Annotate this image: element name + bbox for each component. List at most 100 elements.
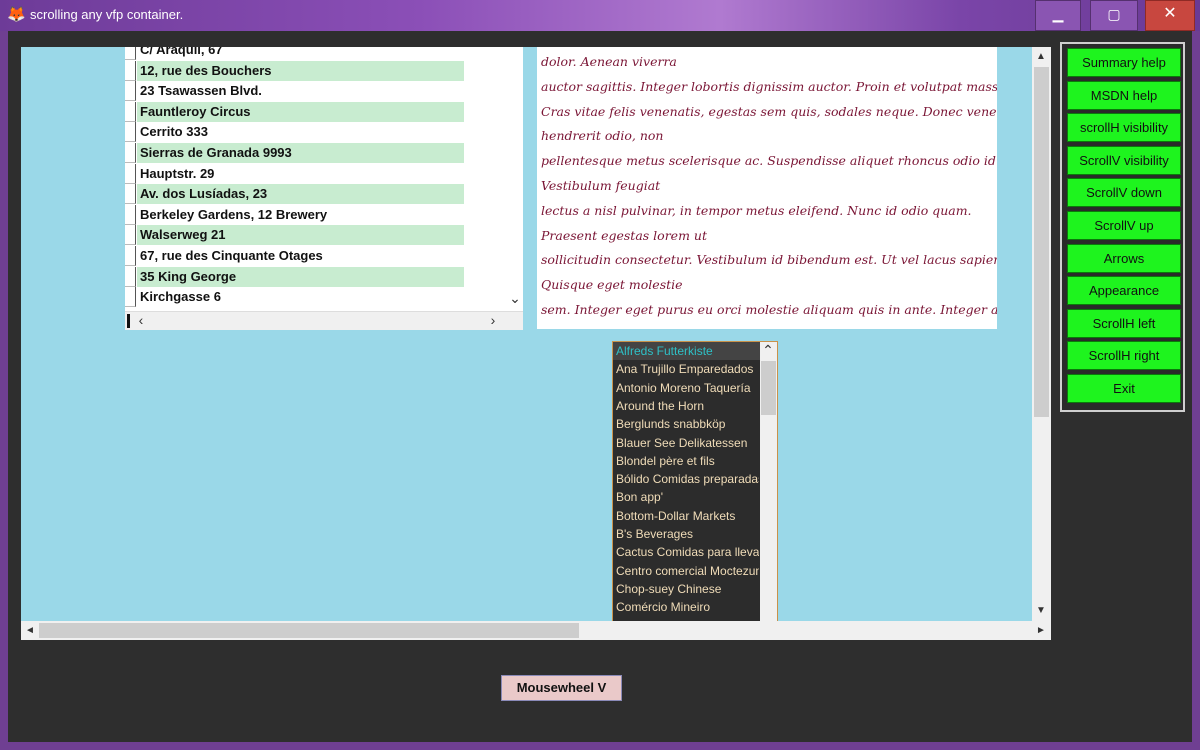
vertical-scroll-thumb[interactable] xyxy=(1034,67,1049,417)
list-item[interactable]: Centro comercial Moctezuma xyxy=(616,562,759,580)
chevron-left-icon[interactable]: ‹ xyxy=(133,312,149,329)
editbox-line: hendrerit odio, non xyxy=(541,128,664,144)
list-item[interactable]: Bon app' xyxy=(616,488,759,506)
list-item[interactable]: Blauer See Delikatessen xyxy=(616,434,759,452)
minimize-button[interactable]: ▁ xyxy=(1035,0,1081,31)
editbox-line: pellentesque metus scelerisque ac. Suspe… xyxy=(541,153,997,169)
grid-row[interactable]: Kirchgasse 6 xyxy=(125,287,507,308)
row-selector[interactable] xyxy=(125,287,136,308)
address-cell[interactable]: Cerrito 333 xyxy=(137,122,464,142)
scrollv-visibility-button[interactable]: ScrollV visibility xyxy=(1067,145,1181,175)
grid-row[interactable]: 35 King George xyxy=(125,266,507,287)
title-bar[interactable]: 🦊 scrolling any vfp container. ▁ ▢ ✕ xyxy=(0,0,1200,31)
address-cell[interactable]: 35 King George xyxy=(137,266,464,287)
scrollh-left-button[interactable]: ScrollH left xyxy=(1067,308,1181,338)
grid-row[interactable]: 67, rue des Cinquante Otages xyxy=(125,246,507,266)
address-cell[interactable]: Berkeley Gardens, 12 Brewery xyxy=(137,205,464,225)
editbox-line: auctor sagittis. Integer lobortis dignis… xyxy=(541,78,997,94)
list-item[interactable]: Ana Trujillo Emparedados xyxy=(616,360,759,378)
row-selector[interactable] xyxy=(125,81,136,102)
maximize-button[interactable]: ▢ xyxy=(1090,0,1138,31)
mousewheel-v-button[interactable]: Mousewheel V xyxy=(501,675,622,701)
address-cell[interactable]: Fauntleroy Circus xyxy=(137,101,464,122)
row-selector[interactable] xyxy=(125,184,136,205)
scrollh-visibility-button[interactable]: scrollH visibility xyxy=(1067,113,1181,143)
text-editbox[interactable]: dolor. Aenean viverra auctor sagittis. In… xyxy=(537,47,997,329)
grid-vertical-scrollbar[interactable]: ⌄ xyxy=(507,47,523,311)
scrollv-up-button[interactable]: ScrollV up xyxy=(1067,211,1181,240)
arrow-down-icon[interactable]: ▼ xyxy=(1033,602,1049,619)
chevron-up-icon[interactable]: ⌃ xyxy=(760,342,776,359)
row-selector[interactable] xyxy=(125,122,136,143)
arrow-left-icon[interactable]: ◄ xyxy=(22,622,38,639)
editbox-line: lectus a nisl pulvinar, in tempor metus … xyxy=(541,202,972,218)
list-item[interactable]: Cactus Comidas para llevar xyxy=(616,543,759,561)
container-horizontal-scrollbar[interactable]: ◄ ► xyxy=(21,621,1051,640)
list-item[interactable]: Alfreds Futterkiste xyxy=(613,342,762,360)
address-cell[interactable]: Walserweg 21 xyxy=(137,225,464,246)
msdn-help-button[interactable]: MSDN help xyxy=(1067,80,1181,110)
arrow-right-icon[interactable]: ► xyxy=(1033,622,1049,639)
address-cell[interactable]: Av. dos Lusíadas, 23 xyxy=(137,184,464,205)
address-cell[interactable]: 12, rue des Bouchers xyxy=(137,60,464,81)
address-grid[interactable]: C/ Araquil, 67 12, rue des Bouchers 23 Tsa… xyxy=(125,47,523,330)
grid-row[interactable]: 23 Tsawassen Blvd. xyxy=(125,81,507,102)
grid-row[interactable]: Berkeley Gardens, 12 Brewery xyxy=(125,204,507,225)
chevron-down-icon[interactable]: ⌄ xyxy=(507,290,523,307)
row-selector[interactable] xyxy=(125,246,136,266)
row-selector[interactable] xyxy=(125,47,136,60)
appearance-button[interactable]: Appearance xyxy=(1067,276,1181,306)
close-button[interactable]: ✕ xyxy=(1145,0,1195,31)
row-selector[interactable] xyxy=(125,163,136,184)
grid-row[interactable]: 12, rue des Bouchers xyxy=(125,60,507,81)
scrollv-down-button[interactable]: ScrollV down xyxy=(1067,178,1181,208)
list-item[interactable]: Around the Horn xyxy=(616,397,759,415)
row-selector[interactable] xyxy=(125,225,136,246)
row-selector[interactable] xyxy=(125,101,136,122)
grid-row[interactable]: Hauptstr. 29 xyxy=(125,163,507,184)
customer-listbox[interactable]: Comércio Mineiro Chop-suey Chinese Centro … xyxy=(612,341,778,622)
editbox-line: sem. Integer eget purus eu orci molestie… xyxy=(541,302,997,317)
grid-cursor-marker xyxy=(127,314,130,328)
list-item[interactable]: B's Beverages xyxy=(616,525,759,543)
grid-row[interactable]: Sierras de Granada 9993 xyxy=(125,143,507,163)
row-selector[interactable] xyxy=(125,60,136,81)
editbox-line: dolor. Aenean viverra xyxy=(541,54,677,69)
address-cell[interactable]: 67, rue des Cinquante Otages xyxy=(137,246,464,266)
arrow-up-icon[interactable]: ▲ xyxy=(1033,48,1049,65)
list-item[interactable]: Bólido Comidas preparadas xyxy=(616,470,759,488)
row-selector[interactable] xyxy=(125,266,136,287)
editbox-line: Praesent egestas lorem ut xyxy=(541,227,707,243)
list-item[interactable]: Chop-suey Chinese xyxy=(616,580,759,598)
grid-row[interactable]: Av. dos Lusíadas, 23 xyxy=(125,184,507,205)
chevron-right-icon[interactable]: › xyxy=(485,312,501,329)
exit-button[interactable]: Exit xyxy=(1067,374,1181,403)
address-cell[interactable]: Sierras de Granada 9993 xyxy=(137,143,464,163)
list-item[interactable]: Berglunds snabbköp xyxy=(616,415,759,433)
list-item[interactable]: Bottom-Dollar Markets xyxy=(616,507,759,525)
container-vertical-scrollbar[interactable]: ▲ ▼ xyxy=(1032,47,1051,621)
fox-icon: 🦊 xyxy=(7,6,26,23)
horizontal-scroll-thumb[interactable] xyxy=(39,623,579,638)
scrollh-right-button[interactable]: ScrollH right xyxy=(1067,341,1181,371)
editbox-line: Vestibulum feugiat xyxy=(541,178,661,193)
address-cell[interactable]: Kirchgasse 6 xyxy=(137,287,464,307)
arrows-button[interactable]: Arrows xyxy=(1067,243,1181,273)
row-selector[interactable] xyxy=(125,143,136,163)
grid-row[interactable]: Cerrito 333 xyxy=(125,122,507,143)
grid-horizontal-scrollbar[interactable]: ‹ › xyxy=(125,311,523,330)
list-item[interactable]: Blondel père et fils xyxy=(616,452,759,470)
address-cell[interactable]: Hauptstr. 29 xyxy=(137,164,464,184)
command-button-panel: Summary help MSDN help scrollH visibility S… xyxy=(1060,42,1185,412)
listbox-scrollbar[interactable]: ⌃ xyxy=(760,342,777,621)
address-cell[interactable]: C/ Araquil, 67 xyxy=(137,47,464,60)
address-cell[interactable]: 23 Tsawassen Blvd. xyxy=(137,81,464,101)
listbox-scroll-thumb[interactable] xyxy=(761,361,776,415)
grid-row[interactable]: Walserweg 21 xyxy=(125,225,507,246)
grid-row[interactable]: Fauntleroy Circus xyxy=(125,101,507,122)
list-item[interactable]: Comércio Mineiro xyxy=(616,598,759,616)
summary-help-button[interactable]: Summary help xyxy=(1067,48,1181,77)
grid-row[interactable]: C/ Araquil, 67 xyxy=(125,47,507,60)
list-item[interactable]: Antonio Moreno Taquería xyxy=(616,379,759,397)
row-selector[interactable] xyxy=(125,204,136,225)
